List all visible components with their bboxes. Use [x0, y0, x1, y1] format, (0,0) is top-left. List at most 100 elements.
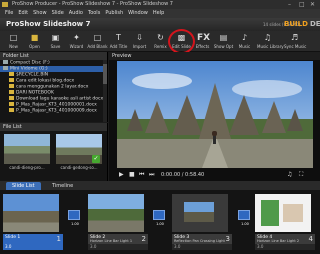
slide-subtitle: Reflection Pan Crossing Light	[174, 239, 225, 243]
file-name: candi-gedong-so...	[60, 165, 98, 170]
window-title: ProShow Producer - ProShow Slideshow 7 -…	[12, 1, 173, 7]
menu-audio[interactable]: Audio	[66, 9, 85, 18]
transition-icon[interactable]: 1.00	[68, 210, 80, 226]
menu-help[interactable]: Help	[150, 9, 166, 18]
transition-icon[interactable]: 1.00	[238, 210, 250, 226]
tree-item[interactable]: P_Mas_Rajasr_KT3_401000009.docx	[0, 108, 107, 114]
effects-button[interactable]: FX Effects	[192, 32, 213, 51]
file-list-panel: File List candi-dieng-pro... ✓ candi-ged…	[0, 123, 108, 181]
sync-music-button[interactable]: ♬ Sync Music	[284, 32, 306, 51]
slide-duration-bar[interactable]: 3.0	[88, 244, 148, 250]
menu-slide[interactable]: Slide	[49, 9, 66, 18]
slide-duration: 3.0	[257, 244, 264, 249]
wizard-button[interactable]: ✦ Wizard	[66, 32, 87, 51]
project-header: ProShow Slideshow 7 14 slides (0:58.40) …	[0, 18, 320, 31]
temple-preview-picture	[117, 61, 313, 168]
drive-icon	[3, 60, 8, 64]
slide-item[interactable]: Slide 3 Reflection Pan Crossing Light 3 …	[172, 194, 234, 252]
slide-duration-bar[interactable]: 3.0	[172, 244, 232, 250]
slide-duration-bar[interactable]: 3.0	[3, 244, 63, 250]
new-icon: □	[9, 33, 18, 42]
folder-icon	[9, 108, 14, 112]
music-icon: ♪	[241, 33, 248, 42]
folder-icon	[9, 78, 14, 82]
slide-caption: Slide 3 Reflection Pan Crossing Light 3	[172, 234, 232, 244]
folder-icon	[9, 102, 14, 106]
play-icon[interactable]: ▶	[119, 171, 124, 178]
folder-tree: Compact Disc (F:) Mini Vidome (G:) $RECY…	[0, 60, 107, 114]
tab-timeline[interactable]: Timeline	[46, 182, 79, 190]
file-thumbnail[interactable]: candi-dieng-pro...	[3, 134, 51, 172]
playback-time: 0:00.00 / 0:58.40	[161, 172, 205, 178]
file-thumbnail[interactable]: ✓ candi-gedong-so...	[55, 134, 103, 172]
mode-build-tab[interactable]: BUILD	[284, 20, 308, 28]
open-icon: ■	[30, 33, 39, 42]
transition-time: 1.00	[156, 222, 164, 226]
transition-icon[interactable]: 1.00	[153, 210, 165, 226]
file-thumbnail-image	[4, 134, 50, 164]
slide-number: 2	[141, 235, 146, 243]
menu-window[interactable]: Window	[126, 9, 151, 18]
slide-item[interactable]: Slide 1 1 3.0	[3, 194, 65, 252]
bottom-tabs: Slide List Timeline	[0, 181, 320, 190]
slide-thumbnail-inner	[261, 200, 279, 226]
save-button[interactable]: ▣ Save	[45, 32, 66, 51]
menu-publish[interactable]: Publish	[103, 9, 126, 18]
add-title-button[interactable]: T Add Title	[108, 32, 129, 51]
tab-slide-list[interactable]: Slide List	[6, 182, 41, 190]
slide-number: 4	[308, 235, 313, 243]
menu-file[interactable]: File	[0, 9, 16, 18]
drive-icon	[3, 66, 8, 70]
slide-duration: 3.0	[5, 244, 12, 249]
show-options-button[interactable]: ▤ Show Opt	[213, 32, 234, 51]
preview-title: Preview	[109, 52, 320, 60]
slide-item[interactable]: Slide 4 Horizon Line Bar Light 2 4 3.0	[255, 194, 317, 252]
folder-icon	[9, 90, 14, 94]
menu-edit[interactable]: Edit	[16, 9, 31, 18]
slide-thumbnail	[172, 194, 228, 232]
slide-number: 1	[56, 235, 61, 243]
slide-title: Slide 1	[5, 235, 21, 240]
volume-icon[interactable]: ♫	[287, 171, 292, 178]
playback-controls: ▶ ■ ⏮ ⏭ 0:00.00 / 0:58.40 ♫ ⛶	[109, 170, 320, 181]
wizard-icon: ✦	[73, 33, 80, 42]
folder-icon	[9, 72, 14, 76]
slide-caption: Slide 2 Horizon Line Bar Light 1 2	[88, 234, 148, 244]
slide-number: 3	[225, 235, 230, 243]
used-checkmark-icon: ✓	[92, 155, 100, 163]
preview-panel: Preview ▶ ■ ⏮ ⏭ 0:00.00 / 0:58.40 ♫ ⛶	[109, 52, 320, 181]
project-title: ProShow Slideshow 7	[6, 20, 91, 28]
music-button[interactable]: ♪ Music	[234, 32, 255, 51]
slide-subtitle: Horizon Line Bar Light 2	[257, 239, 300, 243]
music-library-button[interactable]: ♫ Music Library	[257, 32, 284, 51]
slide-item[interactable]: Slide 2 Horizon Line Bar Light 1 2 3.0	[88, 194, 150, 252]
folder-scrollbar[interactable]	[103, 60, 107, 122]
add-blank-button[interactable]: □ Add Blank	[87, 32, 108, 51]
maximize-icon[interactable]: □	[299, 0, 305, 9]
slide-thumbnail	[3, 194, 59, 232]
folder-scrollbar-thumb[interactable]	[103, 64, 107, 84]
stop-icon[interactable]: ■	[129, 171, 135, 178]
folder-icon	[9, 84, 14, 88]
show-options-icon: ▤	[219, 33, 228, 42]
import-button[interactable]: ⇩ Import	[129, 32, 150, 51]
minimize-icon[interactable]: –	[288, 0, 291, 9]
edit-slide-highlight-circle	[168, 29, 195, 54]
fullscreen-icon[interactable]: ⛶	[299, 171, 303, 179]
mode-design-tab[interactable]: DE	[310, 20, 320, 28]
slide-thumbnail-inner	[283, 204, 303, 222]
open-button[interactable]: ■ Open	[24, 32, 45, 51]
previous-icon[interactable]: ⏮	[139, 171, 144, 179]
sync-music-icon: ♬	[290, 33, 299, 42]
menu-tools[interactable]: Tools	[85, 9, 102, 18]
import-icon: ⇩	[136, 33, 143, 42]
slide-duration-bar[interactable]: 3.0	[255, 244, 315, 250]
close-icon[interactable]: ✕	[310, 0, 315, 9]
save-icon: ▣	[51, 33, 60, 42]
file-name: candi-dieng-pro...	[9, 165, 45, 170]
app-logo-icon	[2, 2, 8, 7]
folder-list-panel: Folder List Compact Disc (F:) Mini Vidom…	[0, 52, 108, 122]
next-icon[interactable]: ⏭	[149, 171, 154, 179]
menu-show[interactable]: Show	[31, 9, 50, 18]
new-button[interactable]: □ New	[3, 32, 24, 51]
